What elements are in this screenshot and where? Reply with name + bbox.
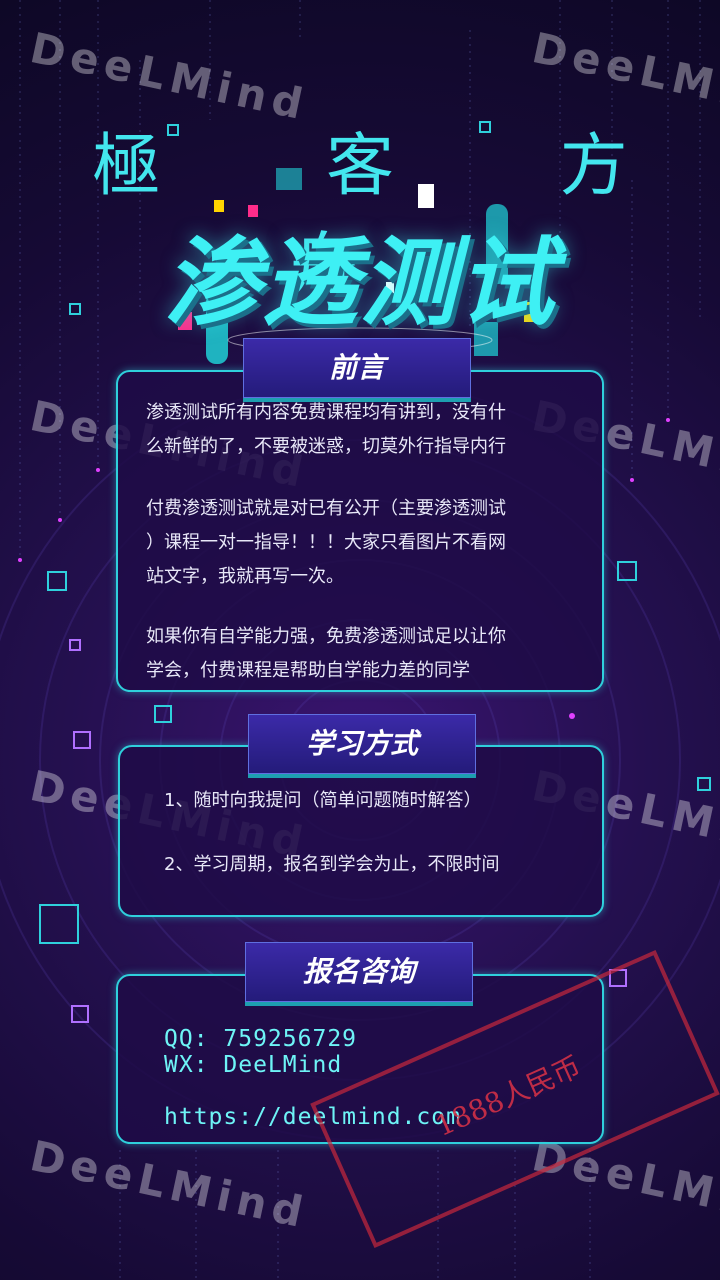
intro-line: 站文字，我就再写一次。 [146,566,344,587]
method-tag: 学习方式 [248,714,476,774]
intro-paragraph: 付费渗透测试就是对已有公开（主要渗透测试 ）课程一对一指导！！！大家只看图片不看… [146,492,506,594]
intro-line: ）课程一对一指导！！！大家只看图片不看网 [146,532,506,553]
intro-paragraph: 渗透测试所有内容免费课程均有讲到，没有什 么新鲜的了，不要被迷惑，切莫外行指导内… [146,396,506,464]
hero-title: 渗透测试 [164,227,556,339]
intro-line: 渗透测试所有内容免费课程均有讲到，没有什 [146,402,506,423]
intro-line: 付费渗透测试就是对已有公开（主要渗透测试 [146,498,506,519]
qq-contact: QQ: 759256729 [164,1026,358,1052]
method-list: 1、随时向我提问（简单问题随时解答） 2、学习周期，报名到学会为止，不限时间 [164,784,499,882]
intro-paragraph: 如果你有自学能力强，免费渗透测试足以让你 学会，付费课程是帮助自学能力差的同学 [146,620,506,688]
intro-line: 么新鲜的了，不要被迷惑，切莫外行指导内行 [146,436,506,457]
intro-tag: 前言 [243,338,471,398]
method-item: 2、学习周期，报名到学会为止，不限时间 [164,854,500,875]
method-item: 1、随时向我提问（简单问题随时解答） [164,790,482,811]
contact-tag: 报名咨询 [245,942,473,1002]
intro-line: 如果你有自学能力强，免费渗透测试足以让你 [146,626,506,647]
intro-line: 学会，付费课程是帮助自学能力差的同学 [146,660,470,681]
wx-contact: WX: DeeLMind [164,1052,343,1078]
